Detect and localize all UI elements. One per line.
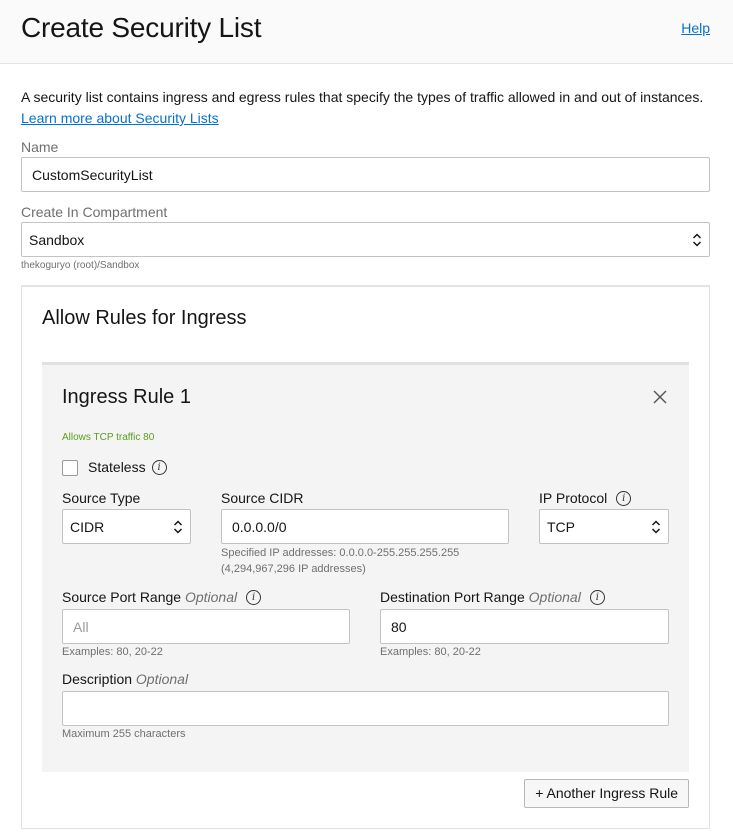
ip-protocol-select[interactable]: TCP	[539, 509, 669, 544]
ip-protocol-label-group: IP Protocol i	[539, 490, 632, 507]
learn-more-link[interactable]: Learn more about Security Lists	[21, 110, 219, 126]
rule-summary: Allows TCP traffic 80	[62, 432, 155, 443]
chevron-up-down-icon	[692, 232, 702, 247]
compartment-select-value: Sandbox	[29, 231, 85, 248]
source-cidr-label: Source CIDR	[221, 490, 304, 506]
compartment-select[interactable]: Sandbox	[21, 222, 710, 257]
close-icon[interactable]	[653, 390, 667, 404]
description-label: Description	[62, 671, 133, 687]
source-port-optional-label: Optional	[184, 589, 238, 605]
source-type-select[interactable]: CIDR	[62, 509, 191, 544]
info-icon[interactable]: i	[589, 589, 605, 605]
name-input[interactable]	[21, 157, 710, 192]
source-port-label-group: Source Port Range Optional i	[62, 589, 262, 606]
add-ingress-rule-button[interactable]: + Another Ingress Rule	[524, 779, 689, 808]
page-title: Create Security List	[21, 12, 262, 43]
source-cidr-hint-count: (4,294,967,296 IP addresses)	[221, 563, 366, 575]
destination-port-label: Destination Port Range	[380, 589, 525, 605]
compartment-label: Create In Compartment	[21, 204, 168, 220]
description-label-group: Description Optional	[62, 671, 188, 687]
source-port-label: Source Port Range	[62, 589, 182, 605]
destination-port-optional-label: Optional	[528, 589, 581, 605]
intro-text-block: A security list contains ingress and egr…	[21, 87, 721, 129]
info-icon[interactable]: i	[616, 490, 632, 506]
compartment-path-hint: thekoguryo (root)/Sandbox	[21, 260, 140, 271]
source-port-input[interactable]	[62, 609, 350, 644]
description-optional-label: Optional	[135, 671, 189, 687]
destination-port-label-group: Destination Port Range Optional i	[380, 589, 605, 606]
description-hint: Maximum 255 characters	[62, 728, 186, 740]
ingress-rule-panel: Ingress Rule 1 Allows TCP traffic 80 Sta…	[42, 362, 689, 772]
help-link[interactable]: Help	[681, 20, 710, 36]
info-icon[interactable]: i	[151, 459, 167, 475]
ingress-section-title: Allow Rules for Ingress	[42, 307, 247, 329]
destination-port-hint: Examples: 80, 20-22	[380, 646, 481, 658]
source-cidr-hint-range: Specified IP addresses: 0.0.0.0-255.255.…	[221, 547, 460, 559]
ingress-rules-card: Allow Rules for Ingress Ingress Rule 1 A…	[21, 285, 710, 829]
source-port-hint: Examples: 80, 20-22	[62, 646, 163, 658]
intro-description: A security list contains ingress and egr…	[21, 89, 704, 105]
ip-protocol-value: TCP	[547, 518, 575, 535]
chevron-up-down-icon	[173, 519, 183, 534]
ingress-rule-title: Ingress Rule 1	[62, 386, 191, 408]
chevron-up-down-icon	[651, 519, 661, 534]
info-icon[interactable]: i	[246, 589, 262, 605]
ip-protocol-label: IP Protocol	[539, 490, 608, 506]
stateless-checkbox[interactable]	[62, 460, 78, 476]
source-type-value: CIDR	[70, 518, 105, 535]
page-header: Create Security List Help	[0, 0, 733, 64]
source-cidr-input[interactable]	[221, 509, 509, 544]
description-input[interactable]	[62, 691, 669, 726]
stateless-label-group: Stateless i	[88, 459, 167, 476]
destination-port-input[interactable]	[380, 609, 669, 644]
source-type-label: Source Type	[62, 490, 141, 506]
stateless-label: Stateless	[88, 459, 146, 475]
name-label: Name	[21, 139, 59, 155]
